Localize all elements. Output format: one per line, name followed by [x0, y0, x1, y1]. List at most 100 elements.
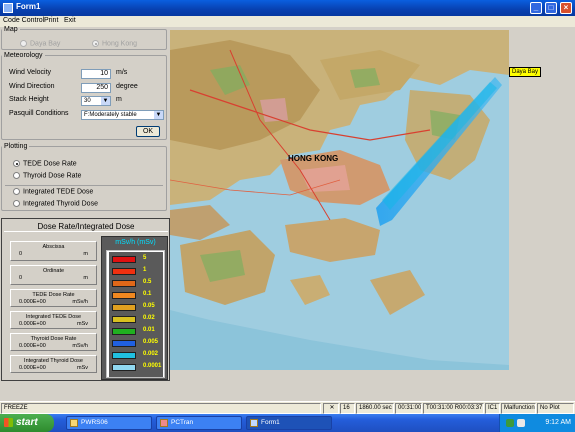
radio-label: Integrated TEDE Dose: [23, 188, 94, 196]
readout-label: TEDE Dose Rate: [32, 292, 75, 298]
radio-indicator: [13, 188, 20, 195]
maximize-button[interactable]: □: [545, 2, 557, 14]
cross-icon[interactable]: ✕: [323, 403, 339, 414]
radio-hong-kong[interactable]: Hong Kong: [92, 40, 137, 47]
ok-button[interactable]: OK: [136, 126, 160, 137]
dose-scale-frame: 5 1 0.5 0.1 0.05 0.02 0.01 0.005 0.002 0.0001: [106, 250, 165, 378]
radio-integrated-thyroid-dose[interactable]: Integrated Thyroid Dose: [13, 200, 98, 207]
wind-direction-input[interactable]: 250: [81, 83, 111, 93]
dose-scale-label: 0.1: [143, 291, 152, 297]
integrated-tede-dose-readout: Integrated TEDE Dose 0.000E+00 mSv: [10, 311, 97, 329]
status-plot: No Plot: [537, 403, 574, 414]
abscissa-readout: Abscissa 0 m: [10, 241, 97, 261]
task-pctran[interactable]: PCTran: [156, 416, 242, 430]
dose-panel: Dose Rate/Integrated Dose Abscissa 0 m Or…: [1, 218, 170, 381]
daya-bay-site-label: Daya Bay: [509, 67, 541, 77]
readout-unit: mSv/h: [72, 299, 88, 305]
green-area: [350, 68, 380, 88]
app-icon: [160, 419, 168, 427]
readout-unit: m: [83, 251, 88, 257]
close-button[interactable]: ×: [560, 2, 572, 14]
readout-value: 0.000E+00: [19, 343, 46, 349]
map-view[interactable]: HONG KONG: [170, 30, 509, 370]
taskbar: start PWRS06 PCTran Form1 9:12 AM: [0, 414, 575, 432]
menu-print[interactable]: Print: [44, 17, 58, 24]
dose-scale-swatch: [112, 268, 136, 275]
stack-height-value: 30: [84, 98, 91, 104]
wind-direction-unit: degree: [116, 83, 138, 90]
title-bar: Form1 _ □ ×: [0, 0, 575, 16]
start-button[interactable]: start: [0, 414, 54, 432]
dose-scale-title: mSv/h (mSv): [115, 239, 156, 246]
tede-dose-rate-readout: TEDE Dose Rate 0.000E+00 mSv/h: [10, 289, 97, 307]
dose-scale-swatch: [112, 328, 136, 335]
task-pwrs06[interactable]: PWRS06: [66, 416, 152, 430]
map-group-legend: Map: [4, 26, 18, 33]
plotting-legend: Plotting: [4, 143, 28, 150]
dose-scale-label: 0.01: [143, 327, 155, 333]
radio-label: Hong Kong: [102, 40, 138, 48]
dose-scale-label: 0.05: [143, 303, 155, 309]
chevron-down-icon[interactable]: ▼: [101, 97, 110, 105]
status-bar: FREEZE ✕ 16 1860.00 sec 00:31:00 T00:31:…: [0, 401, 575, 414]
readout-value: 0: [19, 275, 23, 281]
radio-label: TEDE Dose Rate: [23, 160, 77, 168]
chevron-down-icon[interactable]: ▼: [154, 111, 163, 119]
dose-scale-swatch: [112, 292, 136, 299]
radio-tede-dose-rate[interactable]: TEDE Dose Rate: [13, 160, 77, 167]
readout-unit: mSv/h: [72, 343, 88, 349]
dose-scale-label: 0.02: [143, 315, 155, 321]
readout-unit: mSv: [77, 321, 88, 327]
dose-scale-label: 0.0001: [143, 363, 162, 369]
window-title: Form1: [16, 2, 41, 11]
dose-scale-swatch: [112, 352, 136, 359]
readout-value: 0.000E+00: [19, 365, 46, 371]
status-elapsed: 1860.00 sec: [356, 403, 394, 414]
status-malfunction: Malfunction: [501, 403, 536, 414]
divider: [5, 185, 163, 186]
readout-label: Integrated TEDE Dose: [25, 314, 82, 320]
status-count: 16: [340, 403, 355, 414]
pasquill-select[interactable]: F:Moderately stable ▼: [81, 110, 164, 120]
radio-indicator: [13, 160, 20, 167]
task-label: Form1: [261, 419, 280, 426]
minimize-button[interactable]: _: [530, 2, 542, 14]
stack-height-select[interactable]: 30 ▼: [81, 96, 111, 106]
radio-thyroid-dose-rate[interactable]: Thyroid Dose Rate: [13, 172, 81, 179]
menu-exit[interactable]: Exit: [64, 17, 76, 24]
dose-scale-swatch: [112, 316, 136, 323]
wind-velocity-input[interactable]: 10: [81, 69, 111, 79]
dose-scale-legend: mSv/h (mSv) 5 1 0.5 0.1 0.05 0.02 0.01 0.005 0.0…: [101, 236, 168, 380]
tray-icon[interactable]: [506, 419, 514, 427]
wind-velocity-unit: m/s: [116, 69, 128, 76]
wind-velocity-label: Wind Velocity: [9, 69, 52, 76]
hong-kong-map: HONG KONG: [170, 30, 509, 370]
dose-panel-title: Dose Rate/Integrated Dose: [4, 221, 168, 232]
status-clock-time: 00:31:00: [395, 403, 422, 414]
task-label: PWRS06: [81, 419, 108, 426]
dose-scale-swatch: [112, 280, 136, 287]
speaker-icon[interactable]: [517, 419, 525, 427]
status-ic: IC1: [485, 403, 500, 414]
radio-daya-bay[interactable]: Daya Bay: [20, 40, 60, 47]
radio-label: Daya Bay: [30, 40, 61, 48]
dose-scale-label: 0.005: [143, 339, 159, 345]
city-label: HONG KONG: [288, 154, 338, 163]
radio-integrated-tede-dose[interactable]: Integrated TEDE Dose: [13, 188, 93, 195]
start-label: start: [16, 417, 38, 428]
meteorology-legend: Meteorology: [4, 52, 43, 59]
task-form1[interactable]: Form1: [246, 416, 332, 430]
menu-code-control[interactable]: Code Control: [3, 17, 44, 24]
radio-indicator: [13, 172, 20, 179]
stack-height-label: Stack Height: [9, 96, 49, 103]
readout-label: Thyroid Dose Rate: [30, 336, 77, 342]
readout-label: Abscissa: [42, 244, 65, 250]
ordinate-readout: Ordinate 0 m: [10, 265, 97, 285]
thyroid-dose-rate-readout: Thyroid Dose Rate 0.000E+00 mSv/h: [10, 333, 97, 351]
status-mode: FREEZE: [1, 403, 321, 414]
dose-scale-label: 5: [143, 255, 147, 261]
dose-scale-label: 0.002: [143, 351, 159, 357]
dose-scale-rows: 5 1 0.5 0.1 0.05 0.02 0.01 0.005 0.002 0.0001: [109, 252, 163, 377]
readout-label: Ordinate: [42, 268, 65, 274]
clock: 9:12 AM: [545, 419, 571, 426]
